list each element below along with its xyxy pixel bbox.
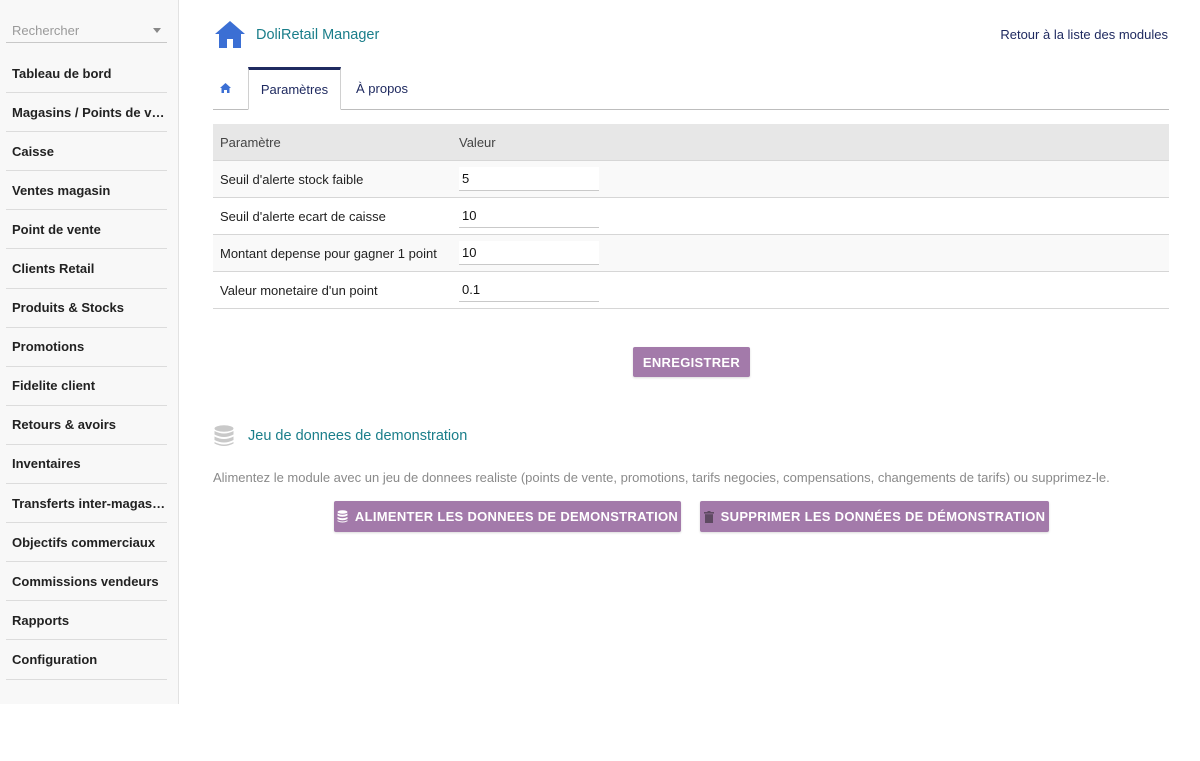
sidebar-item-label: Transferts inter-magasins [12, 495, 167, 511]
table-row: Montant depense pour gagner 1 point [213, 235, 1169, 272]
chevron-down-icon [153, 28, 161, 33]
feed-demo-data-button[interactable]: ALIMENTER LES DONNEES DE DEMONSTRATION [334, 501, 681, 532]
home-icon [219, 83, 231, 93]
database-icon [214, 425, 234, 446]
row-label: Montant depense pour gagner 1 point [220, 245, 437, 261]
table-row: Seuil d'alerte stock faible [213, 161, 1169, 198]
demo-section-title: Jeu de donnees de demonstration [248, 428, 468, 444]
sidebar-item-rapports[interactable]: Rapports [6, 601, 167, 641]
demo-section-description: Alimentez le module avec un jeu de donne… [213, 470, 1110, 485]
cash-gap-threshold-input[interactable] [459, 204, 599, 228]
sidebar-item-produits-stocks[interactable]: Produits & Stocks [6, 289, 167, 328]
trash-icon [703, 510, 714, 523]
search-placeholder: Rechercher [12, 23, 80, 38]
header-value: Valeur [459, 134, 496, 150]
sidebar-item-retours-avoirs[interactable]: Retours & avoirs [6, 406, 167, 445]
tab-a-propos[interactable]: À propos [356, 81, 408, 96]
sidebar-menu: Tableau de bord Magasins / Points de ven… [6, 54, 167, 680]
sidebar-item-point-de-vente[interactable]: Point de vente [6, 210, 167, 250]
sidebar-item-label: Commissions vendeurs [12, 573, 159, 589]
sidebar-item-configuration[interactable]: Configuration [6, 640, 167, 680]
point-value-input[interactable] [459, 278, 599, 302]
sidebar-item-label: Point de vente [12, 221, 101, 237]
row-label: Seuil d'alerte ecart de caisse [220, 208, 386, 224]
sidebar-item-promotions[interactable]: Promotions [6, 328, 167, 367]
sidebar-item-caisse[interactable]: Caisse [6, 132, 167, 172]
tab-bar: Paramètres À propos [213, 67, 1169, 110]
sidebar-item-inventaires[interactable]: Inventaires [6, 445, 167, 485]
app-root: Rechercher Tableau de bord Magasins / Po… [0, 0, 1200, 761]
row-label: Seuil d'alerte stock faible [220, 171, 364, 187]
sidebar-item-objectifs[interactable]: Objectifs commerciaux [6, 523, 167, 563]
search-select[interactable]: Rechercher [6, 14, 167, 43]
tab-parametres[interactable]: Paramètres [248, 67, 341, 110]
sidebar-item-label: Objectifs commerciaux [12, 534, 156, 550]
sidebar-item-label: Clients Retail [12, 261, 95, 277]
database-icon [337, 510, 348, 523]
sidebar-item-label: Produits & Stocks [12, 300, 124, 316]
table-header: Paramètre Valeur [213, 124, 1169, 161]
sidebar-item-label: Caisse [12, 143, 54, 159]
delete-demo-data-button[interactable]: SUPPRIMER LES DONNÉES DE DÉMONSTRATION [700, 501, 1049, 532]
spend-per-point-input[interactable] [459, 241, 599, 265]
sidebar-item-label: Configuration [12, 651, 98, 667]
sidebar-item-label: Ventes magasin [12, 182, 111, 198]
sidebar-item-label: Tableau de bord [12, 65, 112, 81]
settings-table: Paramètre Valeur Seuil d'alerte stock fa… [213, 124, 1169, 309]
sidebar-item-magasins[interactable]: Magasins / Points de vente [6, 93, 167, 133]
home-icon [215, 21, 245, 48]
header-param: Paramètre [220, 134, 281, 150]
sidebar-item-tableau-de-bord[interactable]: Tableau de bord [6, 54, 167, 94]
sidebar-item-label: Retours & avoirs [12, 417, 117, 433]
sidebar-item-label: Inventaires [12, 456, 81, 472]
row-label: Valeur monetaire d'un point [220, 282, 378, 298]
stock-alert-threshold-input[interactable] [459, 167, 599, 191]
tab-home[interactable] [213, 67, 237, 109]
sidebar-item-label: Promotions [12, 339, 85, 355]
sidebar-item-clients-retail[interactable]: Clients Retail [6, 249, 167, 289]
sidebar-item-commissions[interactable]: Commissions vendeurs [6, 562, 167, 602]
table-row: Seuil d'alerte ecart de caisse [213, 198, 1169, 235]
table-row: Valeur monetaire d'un point [213, 272, 1169, 309]
delete-demo-data-label: SUPPRIMER LES DONNÉES DE DÉMONSTRATION [720, 509, 1046, 524]
back-to-modules-link[interactable]: Retour à la liste des modules [1000, 27, 1168, 42]
sidebar-item-label: Magasins / Points de vente [12, 104, 167, 120]
sidebar-item-transferts[interactable]: Transferts inter-magasins [6, 484, 167, 524]
page-title: DoliRetail Manager [256, 27, 380, 43]
sidebar-item-fidelite-client[interactable]: Fidelite client [6, 367, 167, 406]
sidebar-item-ventes-magasin[interactable]: Ventes magasin [6, 171, 167, 211]
sidebar: Rechercher Tableau de bord Magasins / Po… [0, 0, 179, 704]
sidebar-item-label: Fidelite client [12, 378, 96, 394]
save-button[interactable]: ENREGISTRER [633, 347, 750, 377]
feed-demo-data-label: ALIMENTER LES DONNEES DE DEMONSTRATION [354, 509, 679, 524]
sidebar-item-label: Rapports [12, 612, 70, 628]
